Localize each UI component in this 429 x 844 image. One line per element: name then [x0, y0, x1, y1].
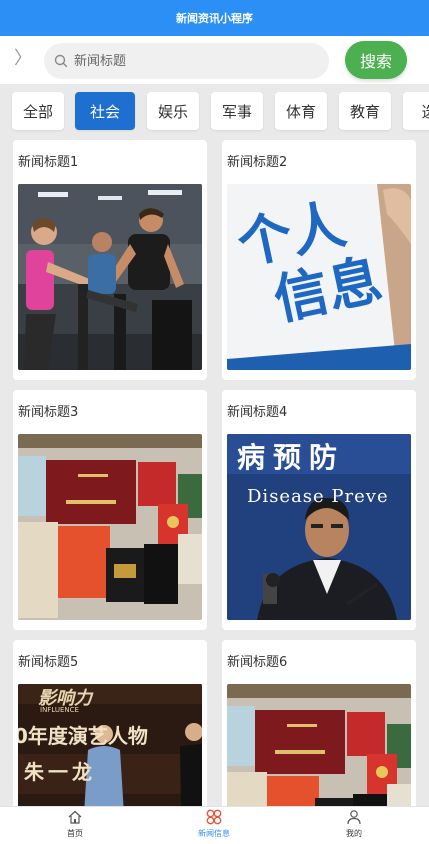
tabbar-news[interactable]: 新闻信息 — [169, 809, 259, 843]
user-icon — [347, 810, 361, 825]
tabbar-news-label: 新闻信息 — [198, 829, 230, 838]
news-title: 新闻标题5 — [18, 655, 79, 670]
news-card[interactable]: 新闻标题1 — [13, 140, 207, 380]
news-title: 新闻标题4 — [227, 405, 288, 420]
news-card[interactable]: 新闻标题4 病预防 Disease Preve — [222, 390, 416, 630]
image-text-person-name: 朱一龙 — [24, 760, 96, 784]
image-text-headline: 0年度演艺人物 — [18, 724, 148, 748]
news-title: 新闻标题6 — [227, 655, 288, 670]
home-icon — [68, 810, 82, 824]
tab-more[interactable]: 选 — [403, 92, 429, 130]
news-title: 新闻标题1 — [18, 155, 79, 170]
tab-society[interactable]: 社会 — [75, 92, 135, 130]
image-text-brand-en: INFLUENCE — [40, 706, 79, 714]
news-image-certificates — [18, 434, 202, 620]
news-card[interactable]: 新闻标题2 个人 信息 — [222, 140, 416, 380]
news-grid: 新闻标题1 新闻标题2 个人 信息 新闻标题3 新闻标题4 病预防 Diseas… — [0, 136, 429, 806]
search-input[interactable] — [74, 51, 314, 71]
news-image-gym — [18, 184, 202, 370]
app-title: 新闻资讯小程序 — [176, 12, 253, 25]
bottom-tabbar: 首页 新闻信息 我的 — [0, 806, 429, 844]
news-title: 新闻标题2 — [227, 155, 288, 170]
news-image-personal-info: 个人 信息 — [227, 184, 411, 370]
news-image-press-conference: 病预防 Disease Preve — [227, 434, 411, 620]
news-card[interactable]: 新闻标题6 — [222, 640, 416, 806]
chevron-right-icon[interactable]: 〉 — [14, 46, 32, 72]
news-image-stage-event: 影响力 INFLUENCE 0年度演艺人物 朱一龙 — [18, 684, 202, 806]
tabbar-profile-label: 我的 — [346, 829, 362, 838]
tab-all[interactable]: 全部 — [12, 92, 64, 130]
news-card[interactable]: 新闻标题5 影响力 INFLUENCE 0年度演艺人物 朱一龙 — [13, 640, 207, 806]
tab-military[interactable]: 军事 — [211, 92, 263, 130]
news-card[interactable]: 新闻标题3 — [13, 390, 207, 630]
tab-entertainment[interactable]: 娱乐 — [147, 92, 199, 130]
tabbar-home-label: 首页 — [67, 829, 83, 838]
image-text-banner-cn: 病预防 — [237, 441, 346, 474]
app-header: 新闻资讯小程序 — [0, 0, 429, 36]
news-title: 新闻标题3 — [18, 405, 79, 420]
search-bar: 〉 搜索 — [0, 36, 429, 84]
news-image-certificates — [227, 684, 411, 806]
search-icon — [54, 54, 68, 68]
search-button[interactable]: 搜索 — [345, 41, 407, 79]
search-box[interactable] — [44, 43, 329, 79]
tabbar-home[interactable]: 首页 — [30, 809, 120, 843]
image-text-banner-en: Disease Preve — [247, 486, 389, 507]
category-tabs: 全部 社会 娱乐 军事 体育 教育 选 — [0, 84, 429, 136]
news-grid-icon — [206, 809, 222, 825]
tab-sports[interactable]: 体育 — [275, 92, 327, 130]
tab-education[interactable]: 教育 — [339, 92, 391, 130]
tabbar-profile[interactable]: 我的 — [309, 809, 399, 843]
